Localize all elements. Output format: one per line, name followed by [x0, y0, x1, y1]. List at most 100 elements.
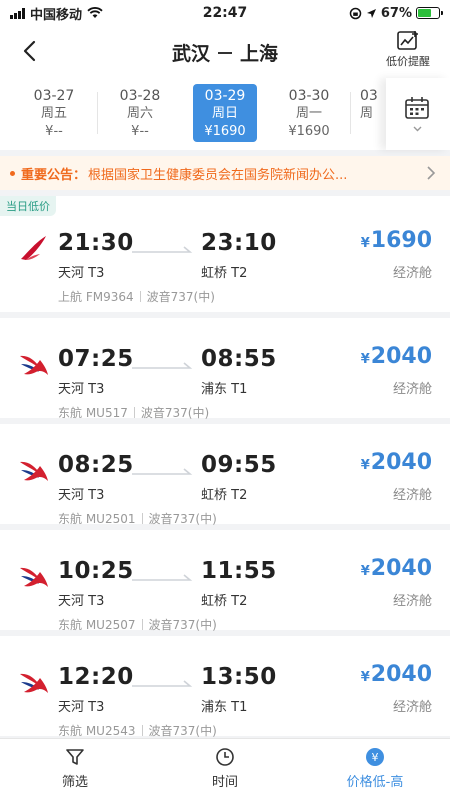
date-price: ¥-- — [45, 124, 63, 139]
date-label: 03-27 — [33, 88, 75, 104]
price-value: 2040 — [370, 556, 432, 581]
flight-number: 上航 FM9364 — [58, 290, 134, 304]
flight-duration-line — [132, 468, 193, 475]
departure-airport: 天河 T3 — [58, 594, 105, 609]
arrival-time: 09:55 — [201, 452, 277, 478]
yuan-icon: ¥ — [366, 748, 384, 766]
flight-card[interactable]: 12:20 13:50 天河 T3 浦东 T1 ¥2040 经济舱 东航 MU2… — [0, 636, 450, 739]
flight-meta: 东航 MU517 波音737(中) — [58, 404, 209, 421]
flight-price: ¥2040 — [361, 556, 432, 581]
aircraft-type: 波音737(中) — [140, 406, 210, 420]
weekday-label: 周五 — [40, 106, 67, 121]
price-alert-button[interactable]: 低价提醒 — [378, 30, 438, 69]
china-eastern-logo — [20, 567, 48, 587]
arrival-time: 11:55 — [201, 558, 277, 584]
route-separator — [218, 51, 232, 54]
date-option[interactable]: 03-28 周六 ¥-- — [108, 84, 172, 142]
departure-airport: 天河 T3 — [58, 488, 105, 503]
calendar-button[interactable] — [386, 78, 450, 150]
china-eastern-logo — [20, 673, 48, 693]
filter-tab[interactable]: 筛选 — [0, 739, 150, 800]
divider — [139, 291, 141, 302]
announcement-banner[interactable]: 重要公告： 根据国家卫生健康委员会在国务院新闻办公... — [0, 156, 450, 190]
aircraft-type: 波音737(中) — [148, 724, 217, 738]
flight-meta: 上航 FM9364 波音737(中) — [58, 288, 215, 305]
cabin-class: 经济舱 — [392, 594, 432, 609]
flight-card[interactable]: 10:25 11:55 天河 T3 虹桥 T2 ¥2040 经济舱 东航 MU2… — [0, 530, 450, 633]
location-icon — [366, 8, 376, 18]
flight-price: ¥2040 — [361, 450, 432, 475]
departure-time: 07:25 — [58, 346, 134, 372]
aircraft-type: 波音737(中) — [148, 618, 217, 632]
wifi-icon — [87, 7, 103, 18]
departure-time: 12:20 — [58, 664, 134, 690]
arrival-time: 08:55 — [201, 346, 277, 372]
battery-percent: 67% — [380, 5, 412, 21]
china-eastern-logo — [20, 355, 48, 375]
flight-number: 东航 MU2543 — [58, 724, 136, 738]
flight-meta: 东航 MU2543 波音737(中) — [58, 722, 217, 739]
flight-duration-line — [132, 246, 193, 253]
departure-airport: 天河 T3 — [58, 266, 105, 281]
price-value: 2040 — [370, 450, 432, 475]
flight-card[interactable]: 当日低价 21:30 23:10 天河 T3 虹桥 T2 ¥1690 经济舱 上… — [0, 196, 450, 312]
shanghai-airlines-logo — [21, 236, 46, 260]
currency-symbol: ¥ — [360, 236, 370, 251]
cabin-class: 经济舱 — [392, 488, 432, 503]
flight-card[interactable]: 07:25 08:55 天河 T3 浦东 T1 ¥2040 经济舱 东航 MU5… — [0, 318, 450, 421]
flight-meta: 东航 MU2507 波音737(中) — [58, 616, 217, 633]
price-sort-tab[interactable]: ¥ 价格低-高 — [300, 739, 450, 800]
cabin-class: 经济舱 — [392, 382, 432, 397]
date-price: ¥-- — [131, 124, 149, 139]
price-value: 2040 — [370, 344, 432, 369]
flight-number: 东航 MU2501 — [58, 512, 136, 526]
price-alert-icon — [397, 31, 418, 50]
currency-symbol: ¥ — [360, 352, 370, 367]
flight-number: 东航 MU517 — [58, 406, 128, 420]
arrival-airport: 虹桥 T2 — [201, 266, 248, 281]
flight-duration-line — [132, 574, 193, 581]
clock-icon — [216, 748, 234, 766]
flight-duration-line — [132, 680, 193, 687]
signal-icon — [10, 7, 25, 19]
calendar-icon — [405, 97, 429, 119]
date-option[interactable]: 03-27 周五 ¥-- — [22, 84, 86, 142]
price-alert-label: 低价提醒 — [386, 55, 430, 68]
date-option[interactable]: 03-30 周一 ¥1690 — [277, 84, 341, 142]
divider — [350, 92, 351, 134]
time-sort-tab[interactable]: 时间 — [150, 739, 300, 800]
departure-time: 08:25 — [58, 452, 134, 478]
arrival-time: 13:50 — [201, 664, 277, 690]
arrival-airport: 虹桥 T2 — [201, 488, 248, 503]
flight-card[interactable]: 08:25 09:55 天河 T3 虹桥 T2 ¥2040 经济舱 东航 MU2… — [0, 424, 450, 527]
cabin-class: 经济舱 — [392, 266, 432, 281]
notice-dot — [10, 170, 15, 176]
header: 武汉 上海 低价提醒 — [0, 26, 450, 78]
departure-airport: 天河 T3 — [58, 382, 105, 397]
aircraft-type: 波音737(中) — [148, 512, 217, 526]
china-eastern-logo — [20, 461, 48, 481]
weekday-label: 周一 — [295, 106, 322, 121]
date-option-selected[interactable]: 03-29 周日 ¥1690 — [193, 84, 257, 142]
flight-meta: 东航 MU2501 波音737(中) — [58, 510, 217, 527]
price-value: 2040 — [370, 662, 432, 687]
departure-airport: 天河 T3 — [58, 700, 105, 715]
aircraft-type: 波音737(中) — [146, 290, 215, 304]
price-sort-label: 价格低-高 — [346, 775, 404, 790]
time-label: 时间 — [211, 775, 238, 790]
svg-text:¥: ¥ — [372, 751, 379, 764]
filter-icon — [66, 749, 84, 765]
destination-city: 上海 — [240, 43, 279, 65]
date-label: 03-28 — [119, 88, 161, 104]
departure-time: 21:30 — [58, 230, 134, 256]
notice-title: 重要公告： — [21, 167, 87, 183]
flight-price: ¥2040 — [361, 344, 432, 369]
date-label: 03-30 — [288, 88, 330, 104]
price-value: 1690 — [370, 228, 432, 253]
arrival-airport: 浦东 T1 — [201, 382, 248, 397]
divider — [141, 725, 143, 736]
divider — [141, 619, 143, 630]
divider — [97, 92, 98, 134]
weekday-label: 周六 — [126, 106, 153, 121]
date-price: ¥1690 — [288, 124, 330, 139]
